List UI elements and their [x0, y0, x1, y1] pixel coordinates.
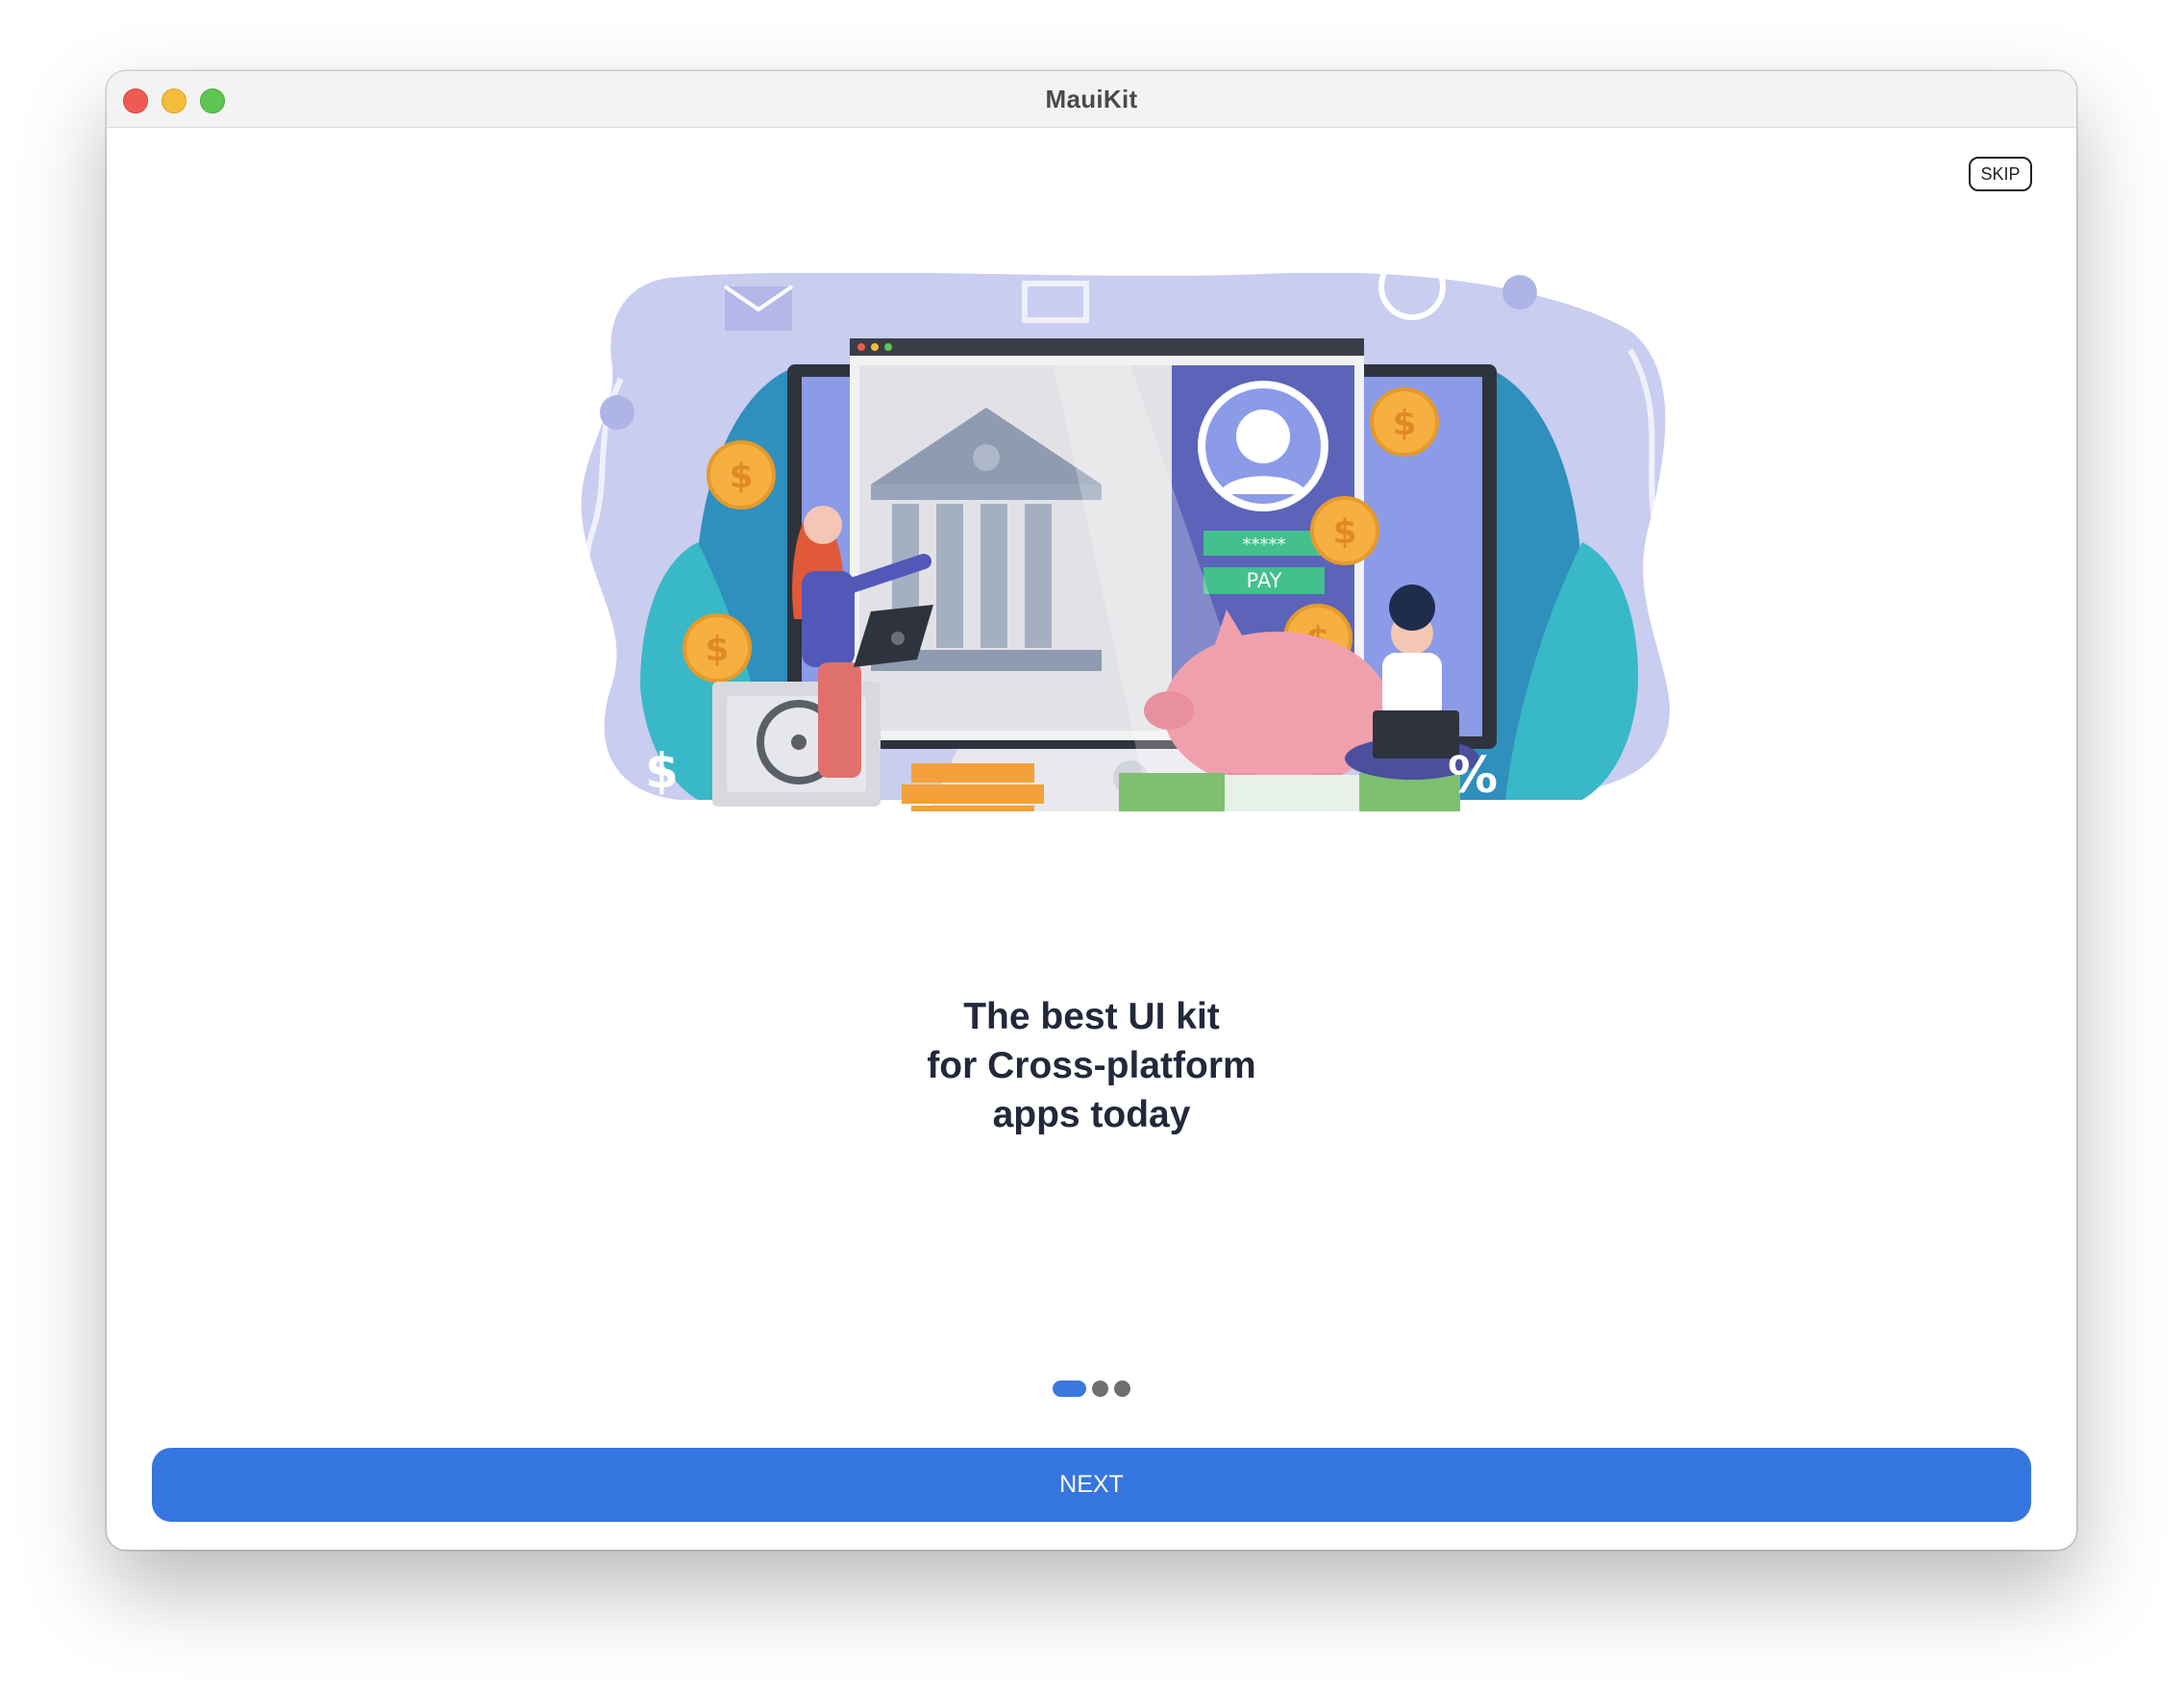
page-dot-3[interactable]: [1114, 1381, 1130, 1397]
skip-button[interactable]: SKIP: [1969, 157, 2032, 191]
svg-text:$: $: [729, 457, 753, 496]
svg-text:$: $: [1392, 404, 1416, 443]
password-field-label: *****: [1243, 535, 1286, 555]
headline-line-1: The best UI kit: [963, 996, 1220, 1037]
svg-text:$: $: [705, 630, 729, 669]
page-dot-2[interactable]: [1092, 1381, 1108, 1397]
title-bar: MauiKit: [107, 71, 2076, 128]
page-indicator: [107, 1381, 2076, 1400]
pay-label: PAY: [1247, 569, 1282, 592]
percent-symbol: %: [1448, 747, 1498, 805]
onboarding-illustration: ***** PAY $ $ $ $ $: [581, 273, 1670, 811]
headline-line-3: apps today: [992, 1094, 1191, 1135]
app-window: MauiKit SKIP ***** PAY $ $ $ $ % $ The b…: [107, 71, 2076, 1550]
headline-line-2: for Cross-platform: [927, 1045, 1256, 1086]
next-button[interactable]: NEXT: [152, 1448, 2031, 1522]
dollar-symbol: $: [645, 743, 679, 799]
window-title: MauiKit: [1045, 85, 1138, 113]
onboarding-headline: The best UI kit for Cross-platform apps …: [107, 992, 2076, 1139]
page-dot-1-active[interactable]: [1053, 1381, 1086, 1397]
svg-text:$: $: [1332, 512, 1356, 552]
